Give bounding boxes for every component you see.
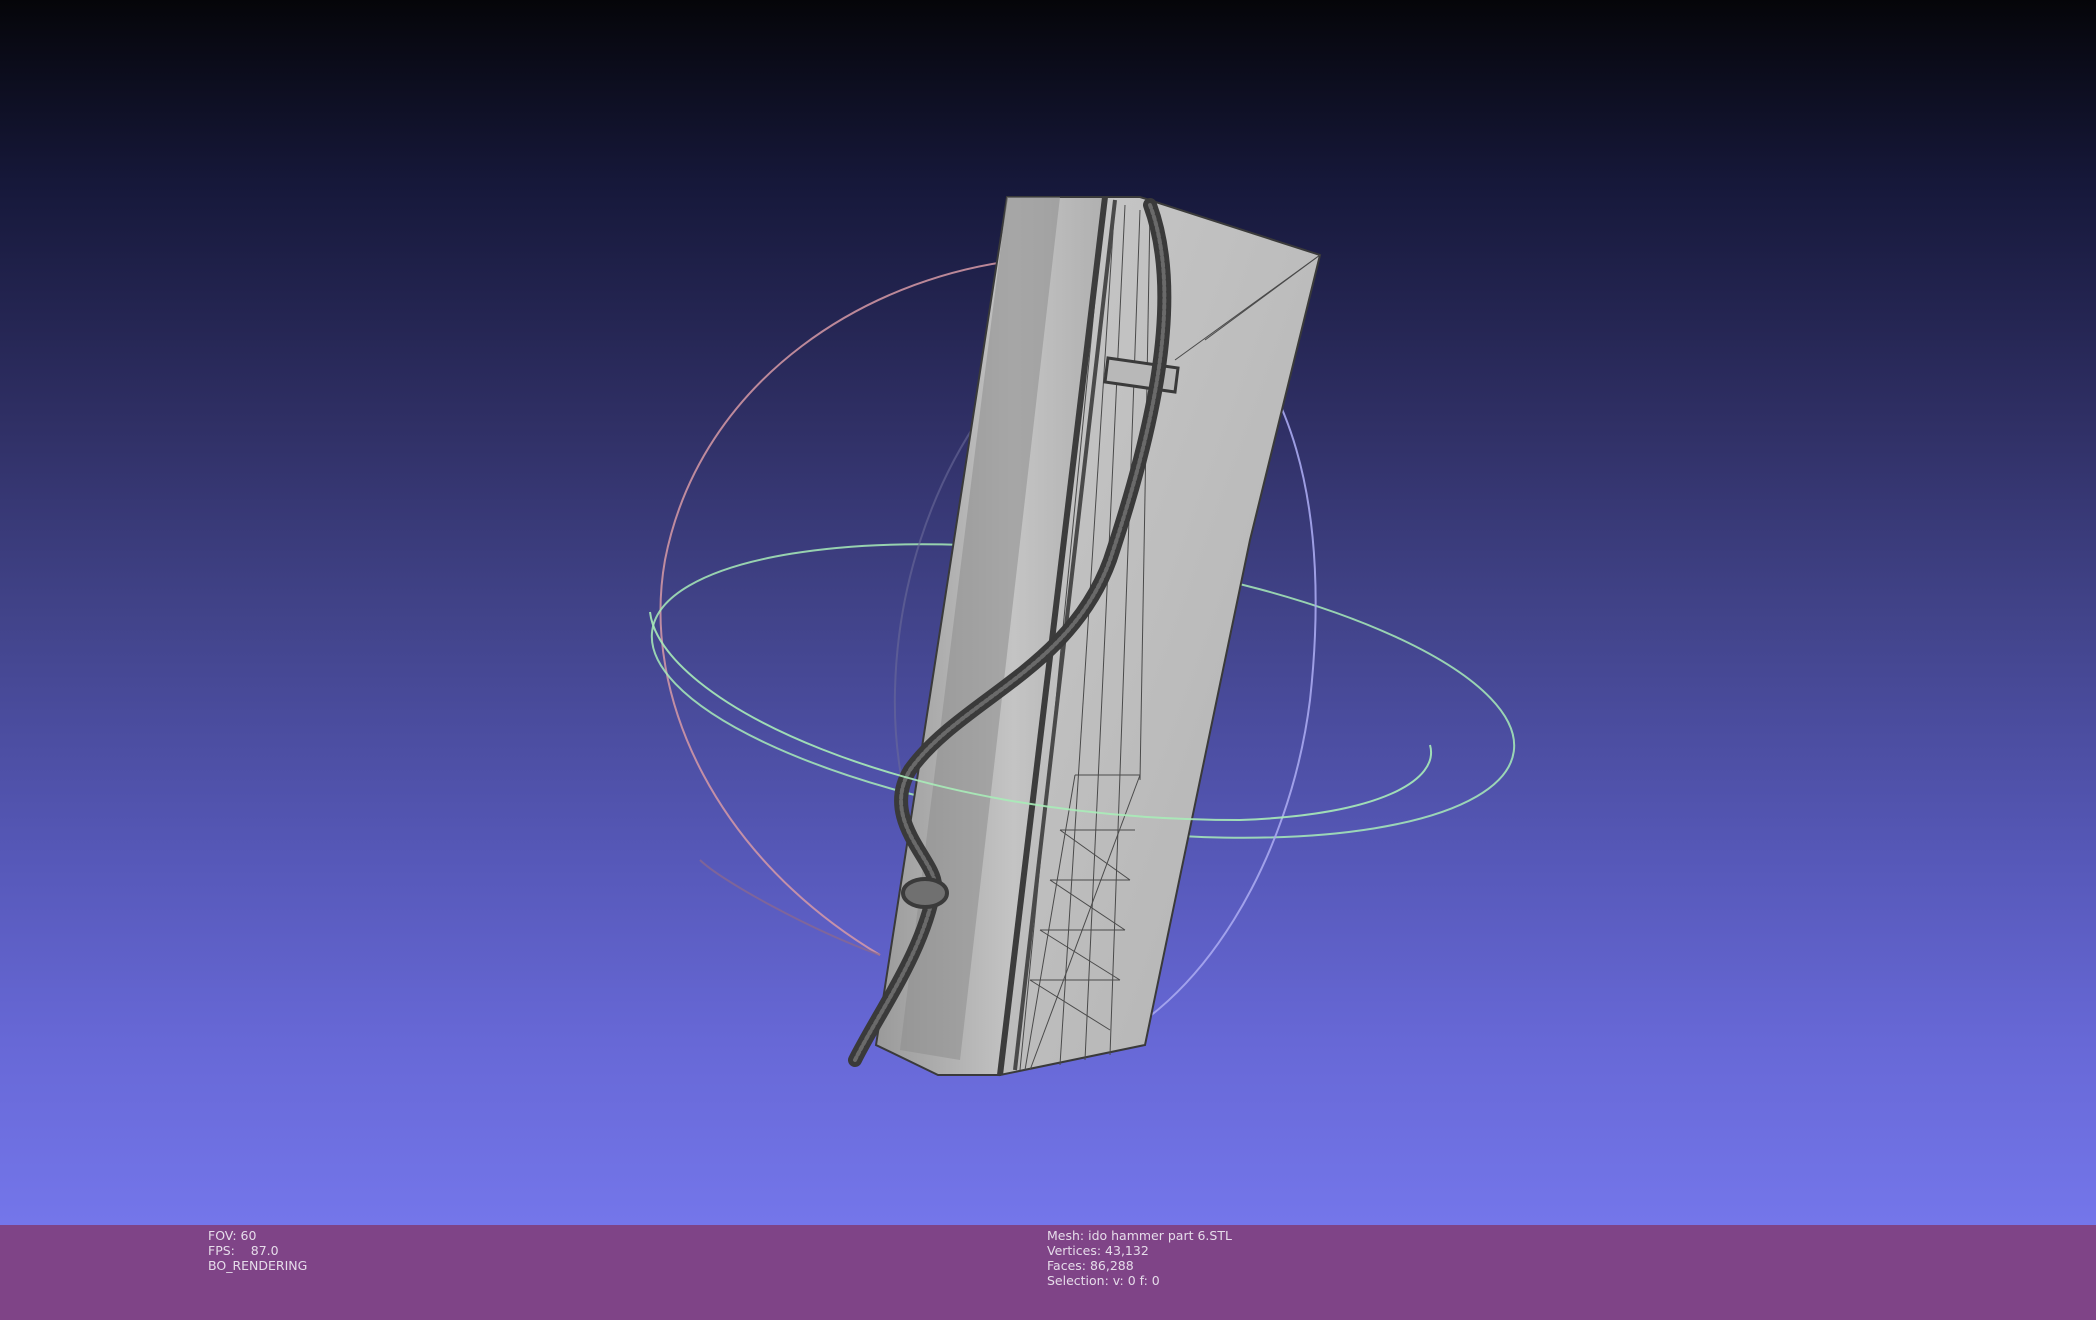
vertex-count: Vertices: 43,132: [1047, 1243, 1149, 1258]
fov-readout: FOV: 60: [208, 1228, 257, 1243]
status-bar: FOV: 60 FPS: 87.0 BO_RENDERING Mesh: ido…: [0, 1225, 2096, 1320]
face-count: Faces: 86,288: [1047, 1258, 1134, 1273]
mesh-cable-clamp: [901, 877, 949, 909]
render-info: FOV: 60 FPS: 87.0 BO_RENDERING: [208, 1228, 307, 1273]
selection-info: Selection: v: 0 f: 0: [1047, 1273, 1160, 1288]
render-mode: BO_RENDERING: [208, 1258, 308, 1273]
scene-canvas[interactable]: [0, 0, 2096, 1225]
mesh-name: Mesh: ido hammer part 6.STL: [1047, 1228, 1232, 1243]
mesh-model[interactable]: [848, 196, 1322, 1077]
3d-viewport[interactable]: [0, 0, 2096, 1225]
fps-readout: FPS: 87.0: [208, 1243, 279, 1258]
mesh-info: Mesh: ido hammer part 6.STL Vertices: 43…: [1047, 1228, 1232, 1288]
trackball-x-ring-back-arc[interactable]: [699, 859, 881, 956]
